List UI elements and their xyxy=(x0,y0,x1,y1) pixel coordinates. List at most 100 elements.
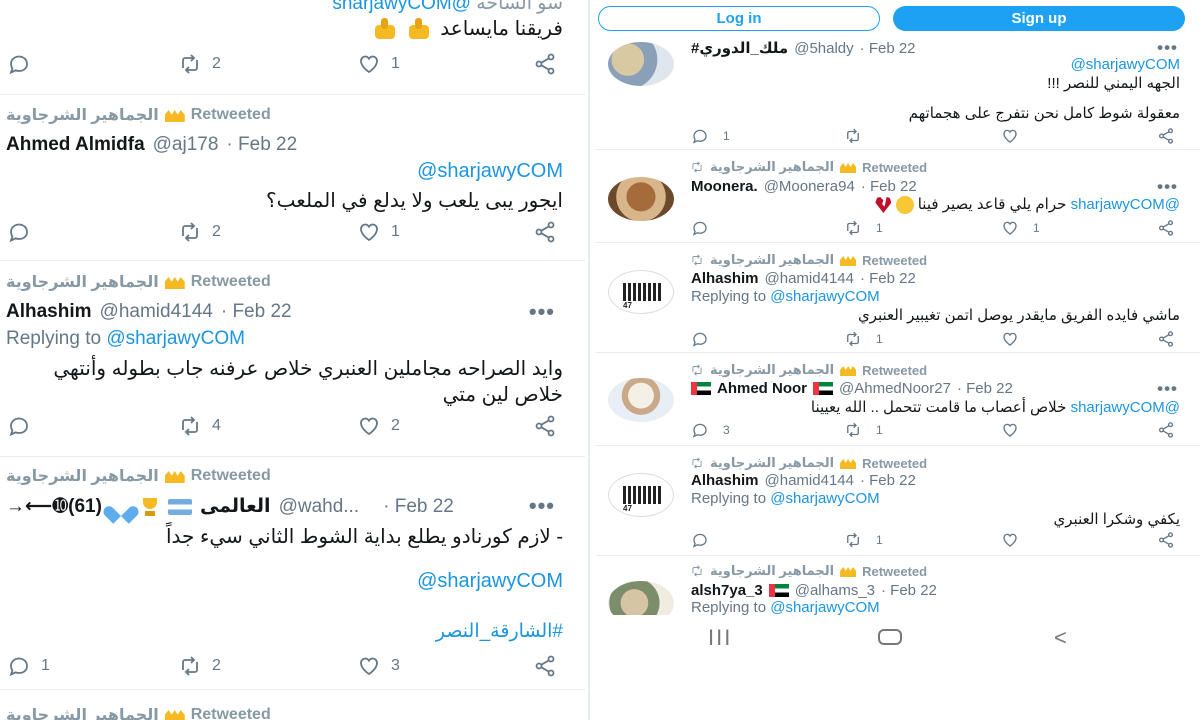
tweet[interactable]: الجماهير الشرجاوية Retweeted Moonera. @M… xyxy=(596,151,1200,243)
tweet[interactable]: الجماهير الشرجاوية Retweeted →⟵➓(61) الع… xyxy=(0,458,585,690)
tweet[interactable]: الجماهير الشرجاوية Retweeted 47 Alhashim… xyxy=(596,244,1200,353)
tweet-date[interactable]: · Feb 22 xyxy=(860,472,916,489)
tweet[interactable]: الجماهير الشرجاوية Retweeted Ahmed Almid… xyxy=(0,96,585,261)
retweet-button[interactable]: 1 xyxy=(844,328,883,350)
retweeter-name[interactable]: الجماهير الشرجاوية xyxy=(710,159,834,175)
retweeter-name[interactable]: الجماهير الشرجاوية xyxy=(6,466,159,486)
retweeter-name[interactable]: الجماهير الشرجاوية xyxy=(6,272,159,292)
share-button[interactable] xyxy=(1157,419,1175,441)
retweeter-name[interactable]: الجماهير الشرجاوية xyxy=(6,105,159,125)
retweet-button[interactable] xyxy=(844,125,876,147)
author-handle[interactable]: @AhmedNoor27 xyxy=(839,380,951,397)
retweet-button[interactable]: 1 xyxy=(844,529,883,551)
author-name[interactable]: #ملك_الدوري xyxy=(691,39,788,57)
reply-button[interactable] xyxy=(691,328,723,350)
mention-link[interactable]: @sharjawyCOM xyxy=(106,328,245,349)
share-button[interactable] xyxy=(533,651,557,681)
avatar[interactable] xyxy=(608,177,674,221)
retweeter-name[interactable]: الجماهير الشرجاوية xyxy=(6,705,159,720)
author-handle[interactable]: @aj178 xyxy=(153,134,219,156)
author-name[interactable]: Alhashim xyxy=(691,270,759,287)
author-handle[interactable]: @alhams_3 xyxy=(795,582,875,599)
signup-button[interactable]: Sign up xyxy=(893,6,1185,31)
reply-button[interactable]: 3 xyxy=(691,419,730,441)
like-button[interactable] xyxy=(1001,125,1033,147)
author-name[interactable]: Alhashim xyxy=(691,472,759,489)
retweet-button[interactable]: 1 xyxy=(844,217,883,239)
mention-link[interactable]: @sharjawyCOM xyxy=(770,288,879,305)
mention-link[interactable]: @sharjawyCOM xyxy=(1071,399,1180,416)
avatar[interactable]: 47 xyxy=(608,270,674,314)
reply-button[interactable] xyxy=(691,529,723,551)
mention-link[interactable]: @sharjawyCOM xyxy=(417,160,563,183)
reply-button[interactable] xyxy=(7,411,41,441)
tweet[interactable]: الجماهير الشرجاوية Retweeted alsh7ya_3 @… xyxy=(596,557,1200,615)
share-button[interactable] xyxy=(1157,217,1175,239)
tweet-date[interactable]: · Feb 22 xyxy=(221,301,292,323)
reply-button[interactable] xyxy=(7,49,41,79)
tweet-date[interactable]: · Feb 22 xyxy=(861,178,917,195)
author-name[interactable]: alsh7ya_3 xyxy=(691,582,763,599)
author-handle[interactable]: @hamid4144 xyxy=(765,472,854,489)
mention-link[interactable]: @sharjawyCOM xyxy=(417,570,563,593)
author-handle[interactable]: @Moonera94 xyxy=(764,178,855,195)
retweet-button[interactable]: 2 xyxy=(178,651,221,681)
reply-button[interactable] xyxy=(7,217,41,247)
author-name[interactable]: Alhashim xyxy=(6,301,92,323)
retweeter-name[interactable]: الجماهير الشرجاوية xyxy=(710,362,834,378)
retweet-button[interactable]: 2 xyxy=(178,49,221,79)
home-button[interactable] xyxy=(878,629,902,645)
retweeter-name[interactable]: الجماهير الشرجاوية xyxy=(710,455,834,471)
tweet[interactable]: الجماهير الشرجاوية Retweeted xyxy=(0,691,585,720)
login-button[interactable]: Log in xyxy=(598,6,880,31)
like-button[interactable]: 1 xyxy=(357,217,400,247)
tweet[interactable]: الجماهير الشرجاوية Retweeted Ahmed Noor … xyxy=(596,354,1200,446)
avatar[interactable]: 47 xyxy=(608,473,674,517)
reply-button[interactable] xyxy=(691,217,723,239)
mention-link[interactable]: @sharjawyCOM xyxy=(1071,56,1180,73)
reply-button[interactable]: 1 xyxy=(691,125,730,147)
mention-link[interactable]: @sharjawyCOM xyxy=(770,599,879,615)
tweet-date[interactable]: · Feb 22 xyxy=(383,496,454,518)
like-button[interactable]: 1 xyxy=(1001,217,1040,239)
tweet-date[interactable]: · Feb 22 xyxy=(860,40,916,57)
more-options-icon[interactable]: ••• xyxy=(529,299,555,325)
retweeter-name[interactable]: الجماهير الشرجاوية xyxy=(710,563,834,579)
share-button[interactable] xyxy=(533,49,557,79)
retweeter-name[interactable]: الجماهير الشرجاوية xyxy=(710,252,834,268)
author-name[interactable]: العالمى xyxy=(200,495,271,518)
tweet-partial-top[interactable]: سو الساحه @sharjawyCOM فريقنا مايساعد 2 … xyxy=(0,0,585,95)
share-button[interactable] xyxy=(533,217,557,247)
more-options-icon[interactable]: ••• xyxy=(529,493,555,519)
like-button[interactable] xyxy=(1001,529,1033,551)
share-button[interactable] xyxy=(1157,328,1175,350)
retweet-button[interactable]: 1 xyxy=(844,419,883,441)
share-button[interactable] xyxy=(1157,529,1175,551)
hashtag-link[interactable]: #الشارقة_النصر xyxy=(436,620,563,643)
author-handle[interactable]: @5haldy xyxy=(794,40,853,57)
like-button[interactable]: 1 xyxy=(357,49,400,79)
back-button[interactable]: < xyxy=(1054,625,1067,651)
retweet-button[interactable]: 4 xyxy=(178,411,221,441)
more-options-icon[interactable]: ••• xyxy=(1157,379,1178,399)
tweet[interactable]: #ملك_الدوري @5haldy · Feb 22 ••• @sharja… xyxy=(596,38,1200,150)
like-button[interactable] xyxy=(1001,419,1033,441)
tweet-date[interactable]: · Feb 22 xyxy=(881,582,937,599)
author-handle[interactable]: @hamid4144 xyxy=(765,270,854,287)
avatar[interactable] xyxy=(608,378,674,422)
author-handle[interactable]: @hamid4144 xyxy=(100,301,213,323)
recents-button[interactable]: III xyxy=(708,625,732,651)
reply-button[interactable]: 1 xyxy=(7,651,50,681)
mention-link[interactable]: @sharjawyCOM xyxy=(332,0,471,14)
mention-link[interactable]: @sharjawyCOM xyxy=(1071,196,1180,213)
avatar[interactable] xyxy=(608,581,674,615)
share-button[interactable] xyxy=(533,411,557,441)
author-name[interactable]: Moonera. xyxy=(691,178,758,195)
like-button[interactable] xyxy=(1001,328,1033,350)
more-options-icon[interactable]: ••• xyxy=(1157,38,1178,58)
avatar[interactable] xyxy=(608,42,674,86)
tweet-date[interactable]: · Feb 22 xyxy=(226,134,297,156)
share-button[interactable] xyxy=(1157,125,1175,147)
like-button[interactable]: 2 xyxy=(357,411,400,441)
author-name[interactable]: Ahmed Noor xyxy=(717,380,807,397)
